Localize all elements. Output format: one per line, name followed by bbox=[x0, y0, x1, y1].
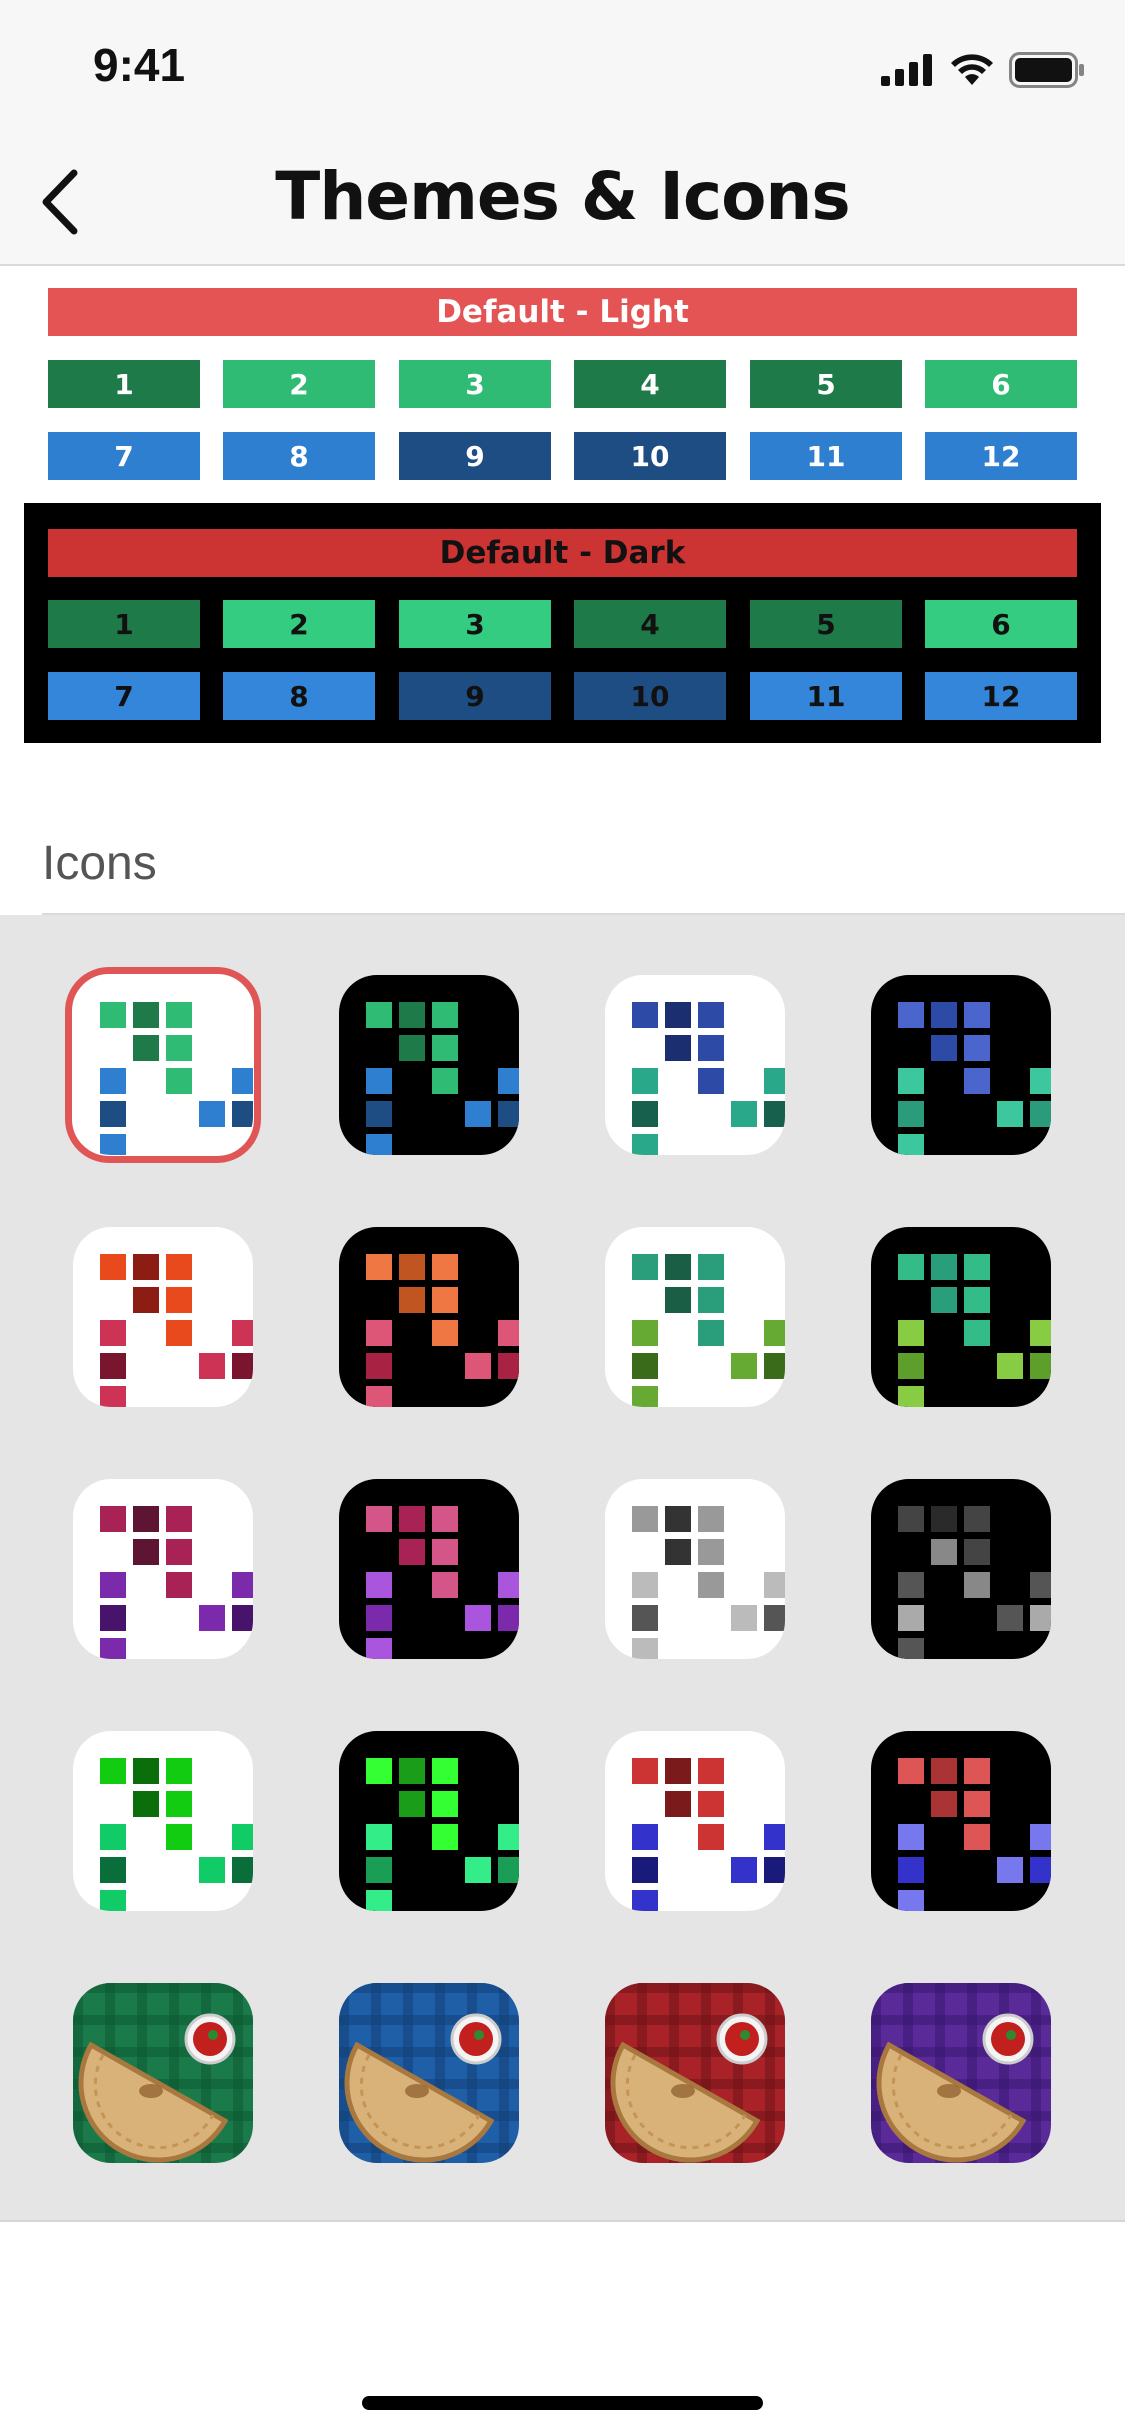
orange-crimson-light-icon[interactable] bbox=[73, 1227, 253, 1407]
magenta-purple-dark-icon[interactable] bbox=[339, 1479, 519, 1659]
theme-default-light[interactable]: Default - Light 1 2 3 4 5 6 7 8 9 10 11 … bbox=[24, 268, 1101, 500]
home-indicator[interactable] bbox=[362, 2396, 763, 2410]
red-blue-light-icon[interactable] bbox=[605, 1731, 785, 1911]
calzone-green-icon-graphic bbox=[73, 1983, 253, 2163]
green-blue-light-icon-graphic bbox=[100, 1002, 253, 1155]
red-blue-light-icon-graphic bbox=[632, 1758, 785, 1911]
neon-green-light-icon[interactable] bbox=[73, 1731, 253, 1911]
signal-icon bbox=[881, 54, 932, 86]
grayscale-light-icon[interactable] bbox=[605, 1479, 785, 1659]
theme-chip: 8 bbox=[223, 672, 375, 720]
orange-crimson-light-icon-graphic bbox=[100, 1254, 253, 1407]
theme-row-2: 7 8 9 10 11 12 bbox=[48, 672, 1077, 720]
theme-chip: 11 bbox=[750, 672, 902, 720]
navy-teal-light-icon-graphic bbox=[632, 1002, 785, 1155]
theme-chip: 2 bbox=[223, 600, 375, 648]
teal-lime-light-icon[interactable] bbox=[605, 1227, 785, 1407]
wifi-icon bbox=[951, 54, 993, 85]
calzone-purple-icon-graphic bbox=[871, 1983, 1051, 2163]
grayscale-dark-icon-graphic bbox=[898, 1506, 1051, 1659]
theme-header: Default - Dark bbox=[48, 529, 1077, 577]
theme-chip: 4 bbox=[574, 600, 726, 648]
theme-chip: 7 bbox=[48, 432, 200, 480]
orange-crimson-dark-icon[interactable] bbox=[339, 1227, 519, 1407]
section-label-icons: Icons bbox=[42, 837, 157, 890]
theme-chip: 12 bbox=[925, 432, 1077, 480]
red-blue-dark-icon-graphic bbox=[898, 1758, 1051, 1911]
calzone-blue-icon[interactable] bbox=[339, 1983, 519, 2163]
icon-grid bbox=[0, 915, 1125, 2222]
battery-icon bbox=[1009, 52, 1084, 88]
theme-chip: 6 bbox=[925, 360, 1077, 408]
orange-crimson-dark-icon-graphic bbox=[366, 1254, 519, 1407]
theme-chip: 9 bbox=[399, 432, 551, 480]
theme-chip: 11 bbox=[750, 432, 902, 480]
grayscale-light-icon-graphic bbox=[632, 1506, 785, 1659]
theme-chip: 5 bbox=[750, 360, 902, 408]
theme-chip: 8 bbox=[223, 432, 375, 480]
navigation-bar: Themes & Icons bbox=[0, 140, 1125, 266]
green-blue-dark-icon-graphic bbox=[366, 1002, 519, 1155]
theme-chip: 4 bbox=[574, 360, 726, 408]
theme-chip: 3 bbox=[399, 600, 551, 648]
calzone-red-icon-graphic bbox=[605, 1983, 785, 2163]
theme-header: Default - Light bbox=[48, 288, 1077, 336]
theme-chip: 6 bbox=[925, 600, 1077, 648]
theme-chip: 10 bbox=[574, 672, 726, 720]
theme-chip: 9 bbox=[399, 672, 551, 720]
calzone-blue-icon-graphic bbox=[339, 1983, 519, 2163]
magenta-purple-light-icon[interactable] bbox=[73, 1479, 253, 1659]
magenta-purple-light-icon-graphic bbox=[100, 1506, 253, 1659]
theme-chip: 5 bbox=[750, 600, 902, 648]
calzone-red-icon[interactable] bbox=[605, 1983, 785, 2163]
theme-chip: 12 bbox=[925, 672, 1077, 720]
theme-row-1: 1 2 3 4 5 6 bbox=[48, 360, 1077, 408]
status-icons bbox=[881, 50, 1085, 90]
navy-teal-light-icon[interactable] bbox=[605, 975, 785, 1155]
neon-green-light-icon-graphic bbox=[100, 1758, 253, 1911]
teal-lime-dark-icon-graphic bbox=[898, 1254, 1051, 1407]
teal-lime-dark-icon[interactable] bbox=[871, 1227, 1051, 1407]
theme-chip: 10 bbox=[574, 432, 726, 480]
page-title: Themes & Icons bbox=[275, 158, 850, 235]
status-bar: 9:41 bbox=[0, 0, 1125, 140]
neon-green-dark-icon-graphic bbox=[366, 1758, 519, 1911]
neon-green-dark-icon[interactable] bbox=[339, 1731, 519, 1911]
theme-row-1: 1 2 3 4 5 6 bbox=[48, 600, 1077, 648]
green-blue-dark-icon[interactable] bbox=[339, 975, 519, 1155]
magenta-purple-dark-icon-graphic bbox=[366, 1506, 519, 1659]
calzone-purple-icon[interactable] bbox=[871, 1983, 1051, 2163]
navy-teal-dark-icon-graphic bbox=[898, 1002, 1051, 1155]
theme-chip: 1 bbox=[48, 600, 200, 648]
status-time: 9:41 bbox=[93, 39, 186, 91]
theme-chip: 3 bbox=[399, 360, 551, 408]
calzone-green-icon[interactable] bbox=[73, 1983, 253, 2163]
theme-row-2: 7 8 9 10 11 12 bbox=[48, 432, 1077, 480]
grayscale-dark-icon[interactable] bbox=[871, 1479, 1051, 1659]
theme-default-dark[interactable]: Default - Dark 1 2 3 4 5 6 7 8 9 10 11 1… bbox=[24, 503, 1101, 743]
green-blue-light-icon[interactable] bbox=[73, 975, 253, 1155]
theme-chip: 1 bbox=[48, 360, 200, 408]
theme-chip: 2 bbox=[223, 360, 375, 408]
red-blue-dark-icon[interactable] bbox=[871, 1731, 1051, 1911]
navy-teal-dark-icon[interactable] bbox=[871, 975, 1051, 1155]
teal-lime-light-icon-graphic bbox=[632, 1254, 785, 1407]
theme-chip: 7 bbox=[48, 672, 200, 720]
